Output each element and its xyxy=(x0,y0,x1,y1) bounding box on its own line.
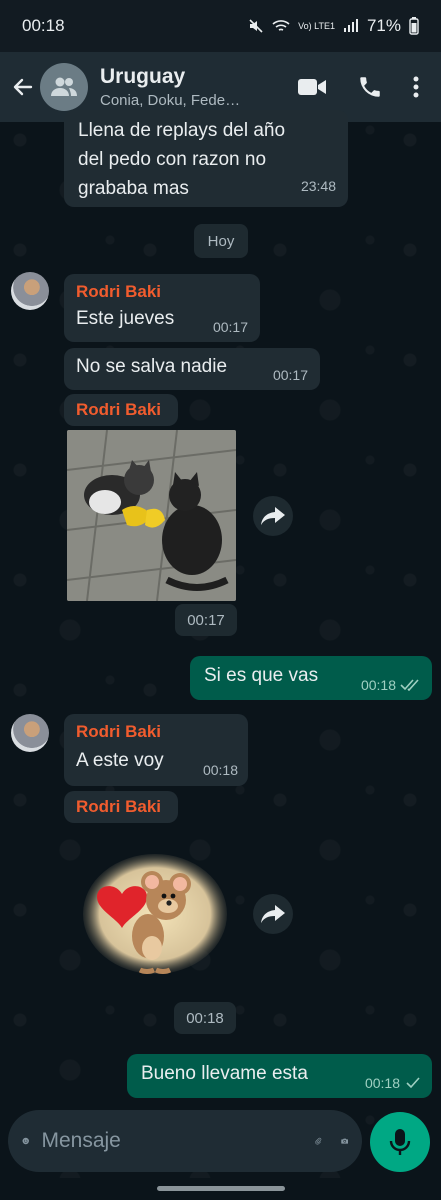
group-avatar-icon xyxy=(51,77,77,96)
message-incoming[interactable]: Rodri Baki Este jueves 00:17 xyxy=(64,274,260,342)
message-time-pill: 00:18 xyxy=(174,1002,236,1034)
double-check-icon xyxy=(400,679,419,691)
status-time: 00:18 xyxy=(22,16,65,35)
forward-button[interactable] xyxy=(253,496,293,536)
status-bar: 00:18 Vo) LTE1 71% xyxy=(0,0,441,52)
message-text-line: Llena de replays del año xyxy=(78,120,286,141)
system-nav-bar xyxy=(0,1178,441,1200)
message-time: 00:18 xyxy=(360,677,396,693)
message-outgoing[interactable]: Si es que vas 00:18 xyxy=(190,656,432,700)
chat-subtitle: Conia, Doku, Fede… xyxy=(100,92,241,109)
check-icon xyxy=(406,1077,420,1089)
sticker-sender-label[interactable]: Rodri Baki xyxy=(64,394,178,426)
back-button[interactable] xyxy=(8,72,38,102)
message-incoming[interactable]: Llena de replays del año del pedo con ra… xyxy=(64,110,348,207)
sender-name[interactable]: Rodri Baki xyxy=(76,722,236,742)
message-input[interactable] xyxy=(39,1128,315,1154)
sticker-cats-image[interactable] xyxy=(67,430,236,601)
message-time: 00:18 xyxy=(364,1075,400,1091)
sender-name[interactable]: Rodri Baki xyxy=(76,400,166,420)
forward-icon xyxy=(261,507,285,525)
attach-icon[interactable] xyxy=(314,1126,322,1156)
phone-icon[interactable] xyxy=(357,74,383,100)
message-time: 00:17 xyxy=(272,367,308,383)
battery-percent: 71% xyxy=(366,16,401,35)
sender-name[interactable]: Rodri Baki xyxy=(76,797,166,817)
message-composer xyxy=(8,1110,362,1172)
message-outgoing[interactable]: Bueno llevame esta 00:18 xyxy=(127,1054,432,1098)
sender-avatar[interactable] xyxy=(11,272,49,310)
message-time: 23:48 xyxy=(300,178,336,194)
video-call-icon[interactable] xyxy=(297,76,327,98)
network-label: Vo) LTE1 xyxy=(298,21,335,31)
chat-title-block[interactable]: Uruguay Conia, Doku, Fede… xyxy=(100,65,297,109)
message-time-pill: 00:17 xyxy=(175,604,237,636)
message-meta: 00:18 xyxy=(365,1075,420,1091)
mute-icon xyxy=(249,19,263,33)
group-avatar[interactable] xyxy=(40,63,88,111)
forward-button[interactable] xyxy=(253,894,293,934)
message-incoming[interactable]: Rodri Baki A este voy 00:18 xyxy=(64,714,248,786)
message-time: 00:18 xyxy=(202,762,238,778)
forward-icon xyxy=(261,905,285,923)
message-text-line: del pedo con razon no xyxy=(78,149,267,170)
chat-title: Uruguay xyxy=(100,65,186,88)
voice-record-button[interactable] xyxy=(370,1112,430,1172)
emoji-icon[interactable] xyxy=(22,1127,29,1155)
message-incoming[interactable]: No se salva nadie 00:17 xyxy=(64,348,320,390)
signal-icon xyxy=(343,19,358,32)
cats-handshake-sticker xyxy=(67,430,236,601)
jerry-heart-sticker xyxy=(83,854,227,974)
sticker-sender-label[interactable]: Rodri Baki xyxy=(64,791,178,823)
battery-icon xyxy=(409,17,419,35)
mic-icon xyxy=(389,1129,411,1155)
message-time: 00:17 xyxy=(212,319,248,335)
sticker-jerry-heart[interactable] xyxy=(80,852,230,980)
sender-avatar[interactable] xyxy=(11,714,49,752)
message-text-line: grababa mas xyxy=(78,178,189,199)
message-meta: 00:18 xyxy=(361,677,422,693)
more-vert-icon[interactable] xyxy=(413,75,419,99)
home-handle[interactable] xyxy=(157,1186,285,1191)
sender-name[interactable]: Rodri Baki xyxy=(76,282,248,302)
wifi-icon xyxy=(272,20,290,31)
date-separator: Hoy xyxy=(194,224,248,258)
back-arrow-icon xyxy=(13,78,33,96)
camera-icon[interactable] xyxy=(340,1129,348,1153)
